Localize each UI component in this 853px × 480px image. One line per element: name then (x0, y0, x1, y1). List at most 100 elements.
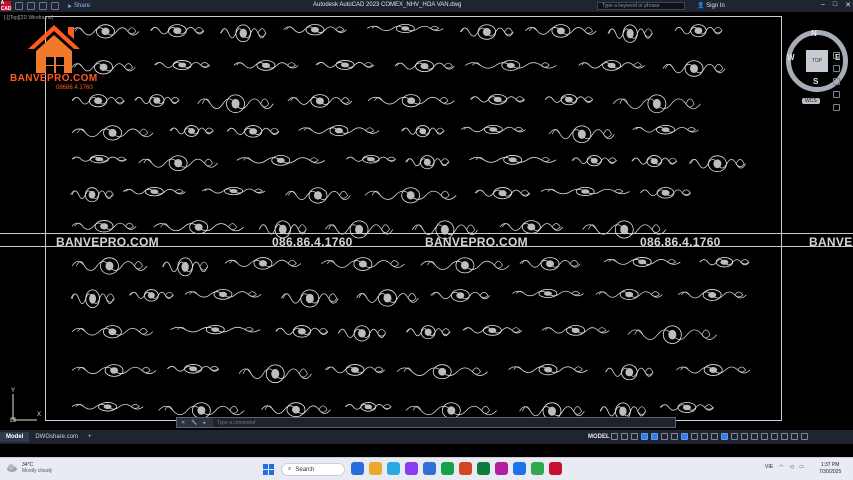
minimize-button[interactable]: – (821, 1, 825, 9)
snap-icon[interactable] (621, 433, 628, 440)
pan-icon[interactable] (833, 65, 840, 72)
wifi-icon[interactable]: ◠ (779, 464, 783, 470)
title-bar: A CAD ➤ Share Autodesk AutoCAD 2023 COME… (0, 0, 853, 12)
customization-menu-icon[interactable] (801, 433, 808, 440)
ornament-motif (162, 257, 209, 277)
quick-properties-icon[interactable] (761, 433, 768, 440)
language-indicator[interactable]: VIE (765, 464, 773, 470)
taskbar-app-icon[interactable] (459, 462, 472, 475)
zoom-extents-icon[interactable] (833, 78, 840, 85)
taskbar-app-icon[interactable] (351, 462, 364, 475)
compass-west[interactable]: W (787, 53, 795, 62)
open-file-icon[interactable] (15, 2, 23, 10)
ornament-motif (474, 187, 531, 200)
ortho-icon[interactable] (641, 433, 648, 440)
weather-widget[interactable]: 34°C Mostly cloudy (6, 462, 52, 474)
wcs-menu[interactable]: WCS (802, 98, 820, 104)
battery-icon[interactable]: ▭ (799, 464, 804, 470)
close-button[interactable]: ✕ (845, 1, 851, 9)
share-icon: ➤ (67, 3, 73, 10)
tab-dwgshare[interactable]: DWGshare.com (29, 432, 84, 442)
drawing-canvas[interactable]: [-][Top][2D Wireframe] BANVEPRO.COM 0868… (0, 12, 853, 430)
volume-icon[interactable]: ◁ (789, 464, 793, 470)
taskbar-apps (351, 462, 562, 475)
hardware-acceleration-icon[interactable] (781, 433, 788, 440)
user-icon: 👤 (697, 3, 705, 9)
showmotion-icon[interactable] (833, 104, 840, 111)
taskbar-app-icon[interactable] (477, 462, 490, 475)
model-space-toggle[interactable]: MODEL (588, 434, 610, 440)
orbit-icon[interactable] (833, 91, 840, 98)
ucs-x-label: X (37, 412, 42, 418)
taskbar-search[interactable]: ⌕ Search (281, 463, 345, 476)
ornament-motif (224, 257, 302, 270)
polar-icon[interactable] (651, 433, 658, 440)
ornament-motif (236, 155, 325, 166)
ornament-motif (298, 125, 380, 137)
undo-icon[interactable] (39, 2, 47, 10)
taskbar-app-icon[interactable] (513, 462, 526, 475)
viewcube-top-face[interactable]: TOP (806, 50, 828, 72)
prompt-icon: ▸ (203, 419, 206, 426)
ornament-drawings (70, 24, 751, 421)
ornament-motif (508, 364, 588, 376)
autocad-logo-icon[interactable]: A CAD (1, 0, 12, 12)
help-search-input[interactable]: Type a keyword or phrase (597, 2, 685, 10)
tab-model[interactable]: Model (0, 432, 30, 442)
save-icon[interactable] (27, 2, 35, 10)
lineweight-icon[interactable] (691, 433, 698, 440)
ornament-motif (640, 187, 692, 199)
ornament-motif (283, 24, 347, 36)
ornament-motif (71, 125, 154, 141)
ornament-motif (676, 364, 751, 376)
search-icon: ⌕ (288, 466, 292, 472)
customize-icon[interactable]: 🔧 (191, 420, 197, 426)
compass-north[interactable]: N (811, 29, 817, 38)
taskbar-app-icon[interactable] (369, 462, 382, 475)
object-snap-icon[interactable] (681, 433, 688, 440)
taskbar-clock[interactable]: 1:37 PM 7/30/2025 (819, 462, 841, 476)
dynamic-input-icon[interactable] (631, 433, 638, 440)
isolate-objects-icon[interactable] (771, 433, 778, 440)
sign-in-button[interactable]: 👤 Sign In (697, 2, 725, 9)
ornament-motif (70, 289, 115, 309)
share-button[interactable]: ➤ Share (67, 3, 90, 10)
ornament-motif (465, 60, 557, 71)
compass-south[interactable]: S (813, 77, 818, 86)
workspace-icon[interactable] (741, 433, 748, 440)
ornament-motif (71, 154, 127, 164)
object-snap-tracking-icon[interactable] (671, 433, 678, 440)
taskbar-app-icon[interactable] (405, 462, 418, 475)
units-icon[interactable] (751, 433, 758, 440)
command-input[interactable] (213, 418, 675, 427)
clean-screen-icon[interactable] (791, 433, 798, 440)
windows-start-icon[interactable] (263, 464, 274, 475)
ornament-motif (71, 325, 154, 339)
taskbar-app-icon[interactable] (423, 462, 436, 475)
ornament-motif (603, 257, 681, 267)
ornament-motif (405, 402, 497, 419)
ornament-motif (158, 402, 245, 419)
taskbar-app-icon[interactable] (531, 462, 544, 475)
redo-icon[interactable] (51, 2, 59, 10)
close-command-icon[interactable]: ✕ (181, 420, 185, 426)
steering-wheel-icon[interactable] (833, 52, 840, 59)
isodraft-icon[interactable] (661, 433, 668, 440)
banvepro-phone: 08686.4.1760 (56, 85, 93, 91)
annotation-visibility-icon[interactable] (731, 433, 738, 440)
grid-icon[interactable] (611, 433, 618, 440)
ornament-motif (233, 60, 299, 71)
taskbar-app-icon[interactable] (549, 462, 562, 475)
taskbar-app-icon[interactable] (441, 462, 454, 475)
taskbar-app-icon[interactable] (495, 462, 508, 475)
sign-in-label: Sign In (706, 3, 725, 9)
maximize-button[interactable]: □ (833, 1, 837, 9)
annotation-scale-icon[interactable] (721, 433, 728, 440)
add-layout-button[interactable]: + (84, 434, 96, 440)
taskbar-app-icon[interactable] (387, 462, 400, 475)
ornament-motif (261, 402, 331, 418)
watermark-text: BANVEPRO.COM (56, 235, 159, 249)
transparency-icon[interactable] (701, 433, 708, 440)
clock-date: 7/30/2025 (819, 469, 842, 475)
selection-cycling-icon[interactable] (711, 433, 718, 440)
